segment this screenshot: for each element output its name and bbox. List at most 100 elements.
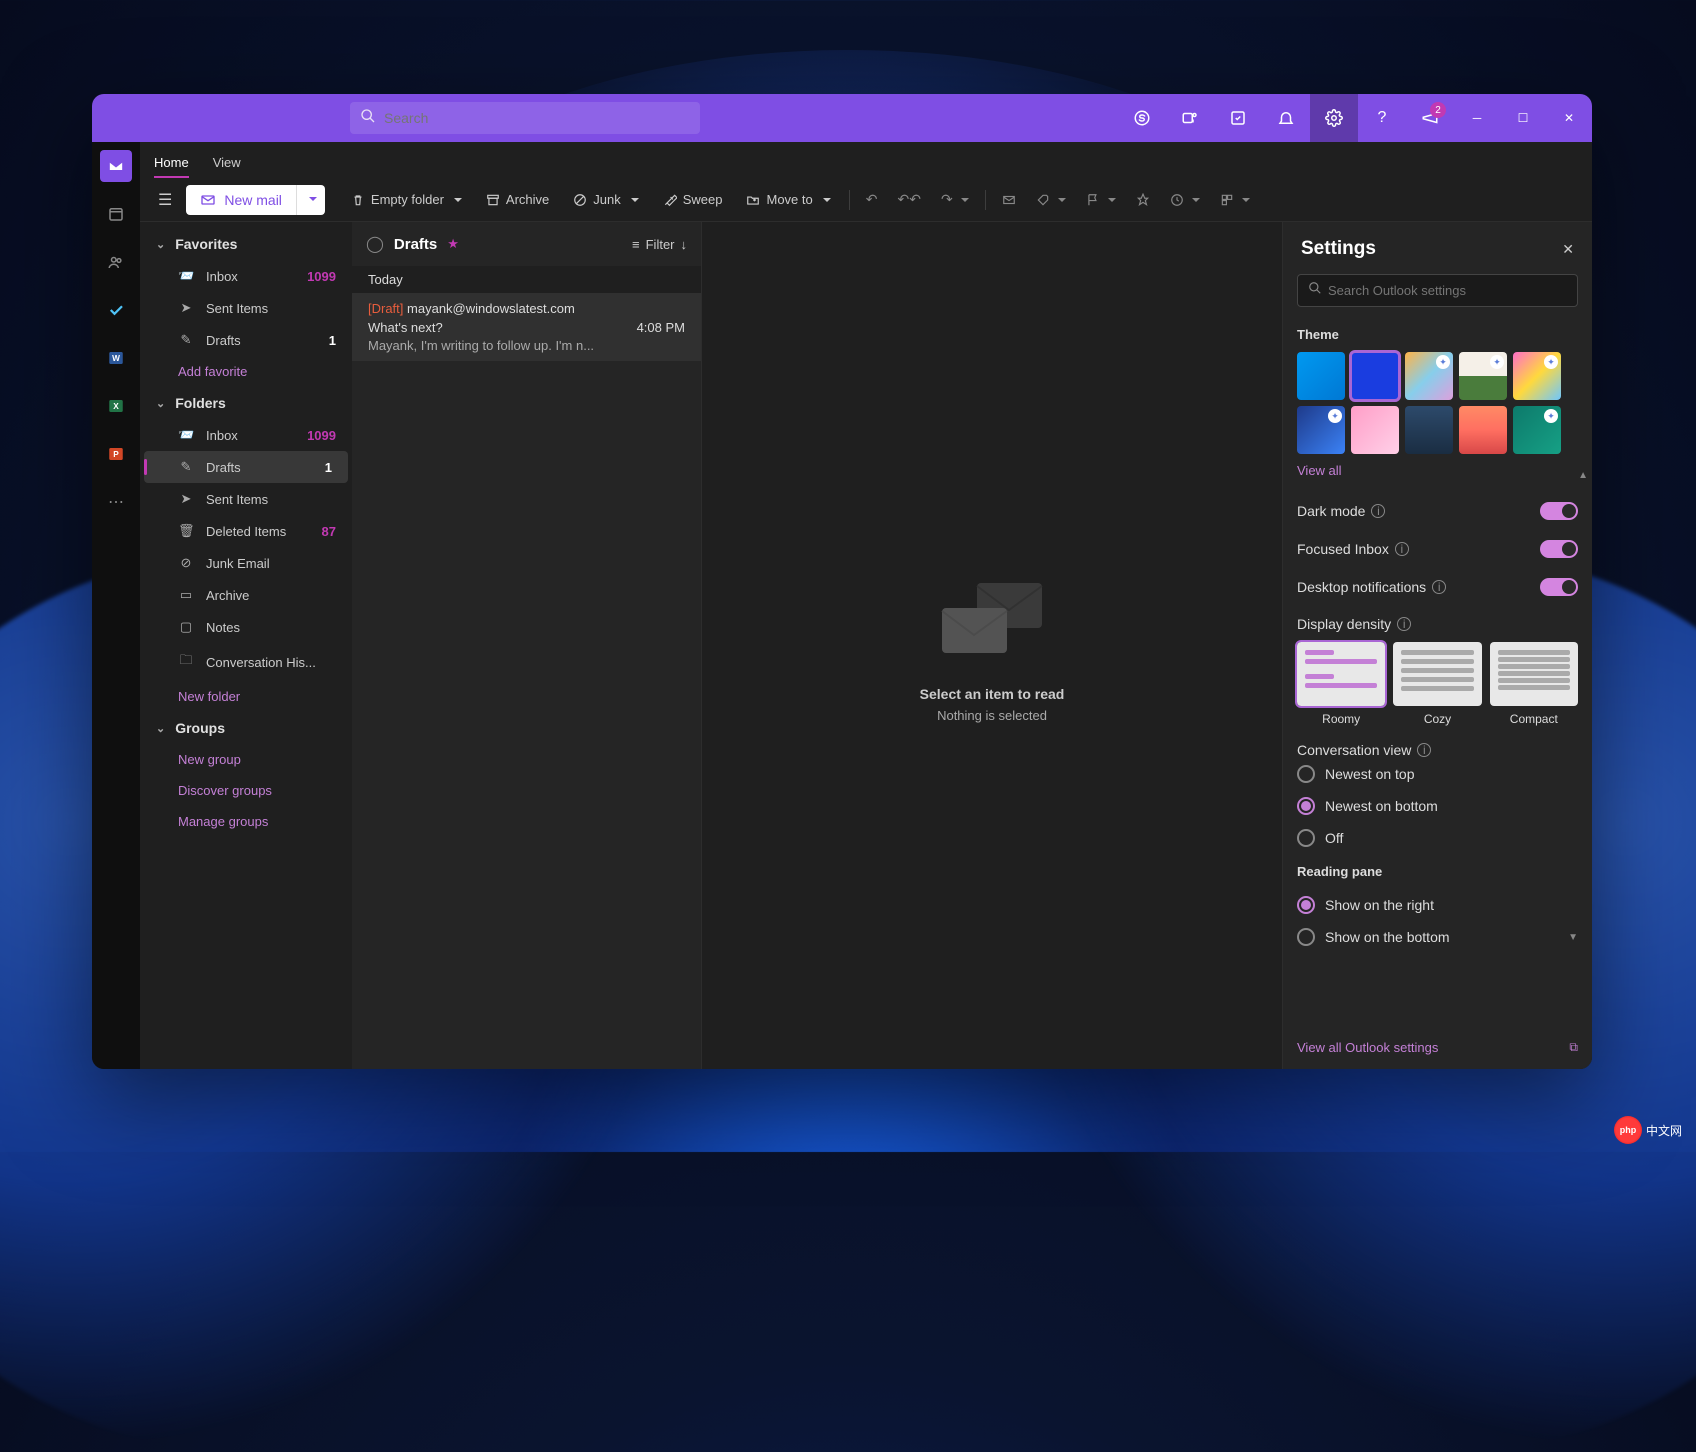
scroll-up-icon[interactable]: ▲ [1578,470,1588,481]
premium-icon: ✦ [1544,409,1558,423]
skype-icon[interactable] [1118,94,1166,142]
filter-button[interactable]: ≡ Filter ↓ [632,237,687,252]
theme-8[interactable] [1459,406,1507,454]
theme-0[interactable] [1297,352,1345,400]
theme-4[interactable]: ✦ [1513,352,1561,400]
rail-calendar-icon[interactable] [100,198,132,230]
rp-bottom[interactable]: Show on the bottom▼ [1297,921,1578,953]
notifications-icon[interactable] [1262,94,1310,142]
pin-icon[interactable] [1128,187,1158,213]
select-all-icon[interactable]: ◯ [366,234,384,254]
folders-header[interactable]: ⌄Folders [140,387,352,419]
help-icon[interactable]: ? [1358,94,1406,142]
conv-newest-bottom[interactable]: Newest on bottom [1297,790,1578,822]
more-actions-icon[interactable] [1212,187,1258,213]
rail-todo-icon[interactable] [100,294,132,326]
reading-pane: Select an item to read Nothing is select… [702,222,1282,1069]
view-all-settings-link[interactable]: View all Outlook settings [1297,1040,1438,1055]
maximize-button[interactable]: ☐ [1500,94,1546,142]
dark-mode-toggle[interactable] [1540,502,1578,520]
undo-icon[interactable]: ↶ [858,185,886,214]
theme-9[interactable]: ✦ [1513,406,1561,454]
whatsnew-icon[interactable]: 2 [1406,94,1454,142]
favorite-star-icon[interactable]: ★ [447,236,459,252]
rail-word-icon[interactable]: W [100,342,132,374]
folder-sent[interactable]: ➤Sent Items [140,483,352,515]
folder-sent-fav[interactable]: ➤Sent Items [140,292,352,324]
theme-7[interactable] [1405,406,1453,454]
new-folder-link[interactable]: New folder [140,681,352,712]
read-unread-icon[interactable] [994,187,1024,213]
empty-folder-button[interactable]: Empty folder [341,186,472,213]
view-all-themes-link[interactable]: View all [1297,463,1342,478]
search-box[interactable] [350,102,700,134]
desktop-notif-toggle[interactable] [1540,578,1578,596]
groups-header[interactable]: ⌄Groups [140,712,352,744]
settings-close-icon[interactable]: ✕ [1562,241,1574,258]
minimize-button[interactable]: ─ [1454,94,1500,142]
rail-mail-icon[interactable] [100,150,132,182]
premium-icon: ✦ [1436,355,1450,369]
folder-notes[interactable]: ▢Notes [140,611,352,643]
theme-3[interactable]: ✦ [1459,352,1507,400]
discover-groups-link[interactable]: Discover groups [140,775,352,806]
categorize-icon[interactable] [1028,187,1074,213]
move-to-button[interactable]: Move to [736,186,840,213]
theme-5[interactable]: ✦ [1297,406,1345,454]
tab-view[interactable]: View [213,155,241,178]
new-mail-dropdown[interactable] [296,185,325,215]
info-icon[interactable]: i [1432,580,1446,594]
snooze-icon[interactable] [1162,187,1208,213]
archive-button[interactable]: Archive [476,186,559,213]
search-input[interactable] [384,110,690,126]
rail-people-icon[interactable] [100,246,132,278]
conv-newest-top[interactable]: Newest on top [1297,758,1578,790]
folder-junk[interactable]: ⊘Junk Email [140,547,352,579]
folder-inbox-fav[interactable]: 📨Inbox1099 [140,260,352,292]
info-icon[interactable]: i [1397,617,1411,631]
flag-icon[interactable] [1078,187,1124,213]
theme-6[interactable] [1351,406,1399,454]
folder-deleted[interactable]: 🗑Deleted Items87 [140,515,352,547]
focused-inbox-toggle[interactable] [1540,540,1578,558]
add-favorite-link[interactable]: Add favorite [140,356,352,387]
chevron-down-icon[interactable]: ▼ [1568,932,1578,943]
conv-off[interactable]: Off [1297,822,1578,854]
info-icon[interactable]: i [1395,542,1409,556]
open-external-icon[interactable]: ⧉ [1569,1040,1578,1055]
tab-home[interactable]: Home [154,155,189,178]
manage-groups-link[interactable]: Manage groups [140,806,352,837]
forward-icon[interactable]: ↷ [933,185,977,214]
density-cozy[interactable]: Cozy [1393,642,1481,726]
new-group-link[interactable]: New group [140,744,352,775]
settings-icon[interactable] [1310,94,1358,142]
density-roomy[interactable]: Roomy [1297,642,1385,726]
folder-archive[interactable]: ▭Archive [140,579,352,611]
new-mail-button[interactable]: New mail [186,185,296,215]
premium-icon: ✦ [1544,355,1558,369]
folder-drafts[interactable]: ✎Drafts1 [144,451,348,483]
todo-icon[interactable] [1214,94,1262,142]
theme-2[interactable]: ✦ [1405,352,1453,400]
rail-more-icon[interactable]: ⋯ [100,486,132,518]
theme-1[interactable] [1351,352,1399,400]
close-button[interactable]: ✕ [1546,94,1592,142]
settings-search-box[interactable] [1297,274,1578,307]
info-icon[interactable]: i [1371,504,1385,518]
folder-conversation-history[interactable]: 🗀Conversation His... [140,643,352,681]
sweep-button[interactable]: Sweep [653,186,733,213]
message-item[interactable]: [Draft] mayank@windowslatest.com What's … [352,293,701,361]
settings-search-input[interactable] [1328,283,1567,298]
folder-inbox[interactable]: 📨Inbox1099 [140,419,352,451]
junk-button[interactable]: Junk [563,186,648,213]
info-icon[interactable]: i [1417,743,1431,757]
hamburger-icon[interactable]: ☰ [148,184,182,216]
favorites-header[interactable]: ⌄Favorites [140,228,352,260]
rail-excel-icon[interactable]: X [100,390,132,422]
folder-drafts-fav[interactable]: ✎Drafts1 [140,324,352,356]
rp-right[interactable]: Show on the right [1297,889,1578,921]
reply-all-icon[interactable]: ↶↶ [889,185,928,214]
density-compact[interactable]: Compact [1490,642,1578,726]
teams-icon[interactable] [1166,94,1214,142]
rail-powerpoint-icon[interactable]: P [100,438,132,470]
